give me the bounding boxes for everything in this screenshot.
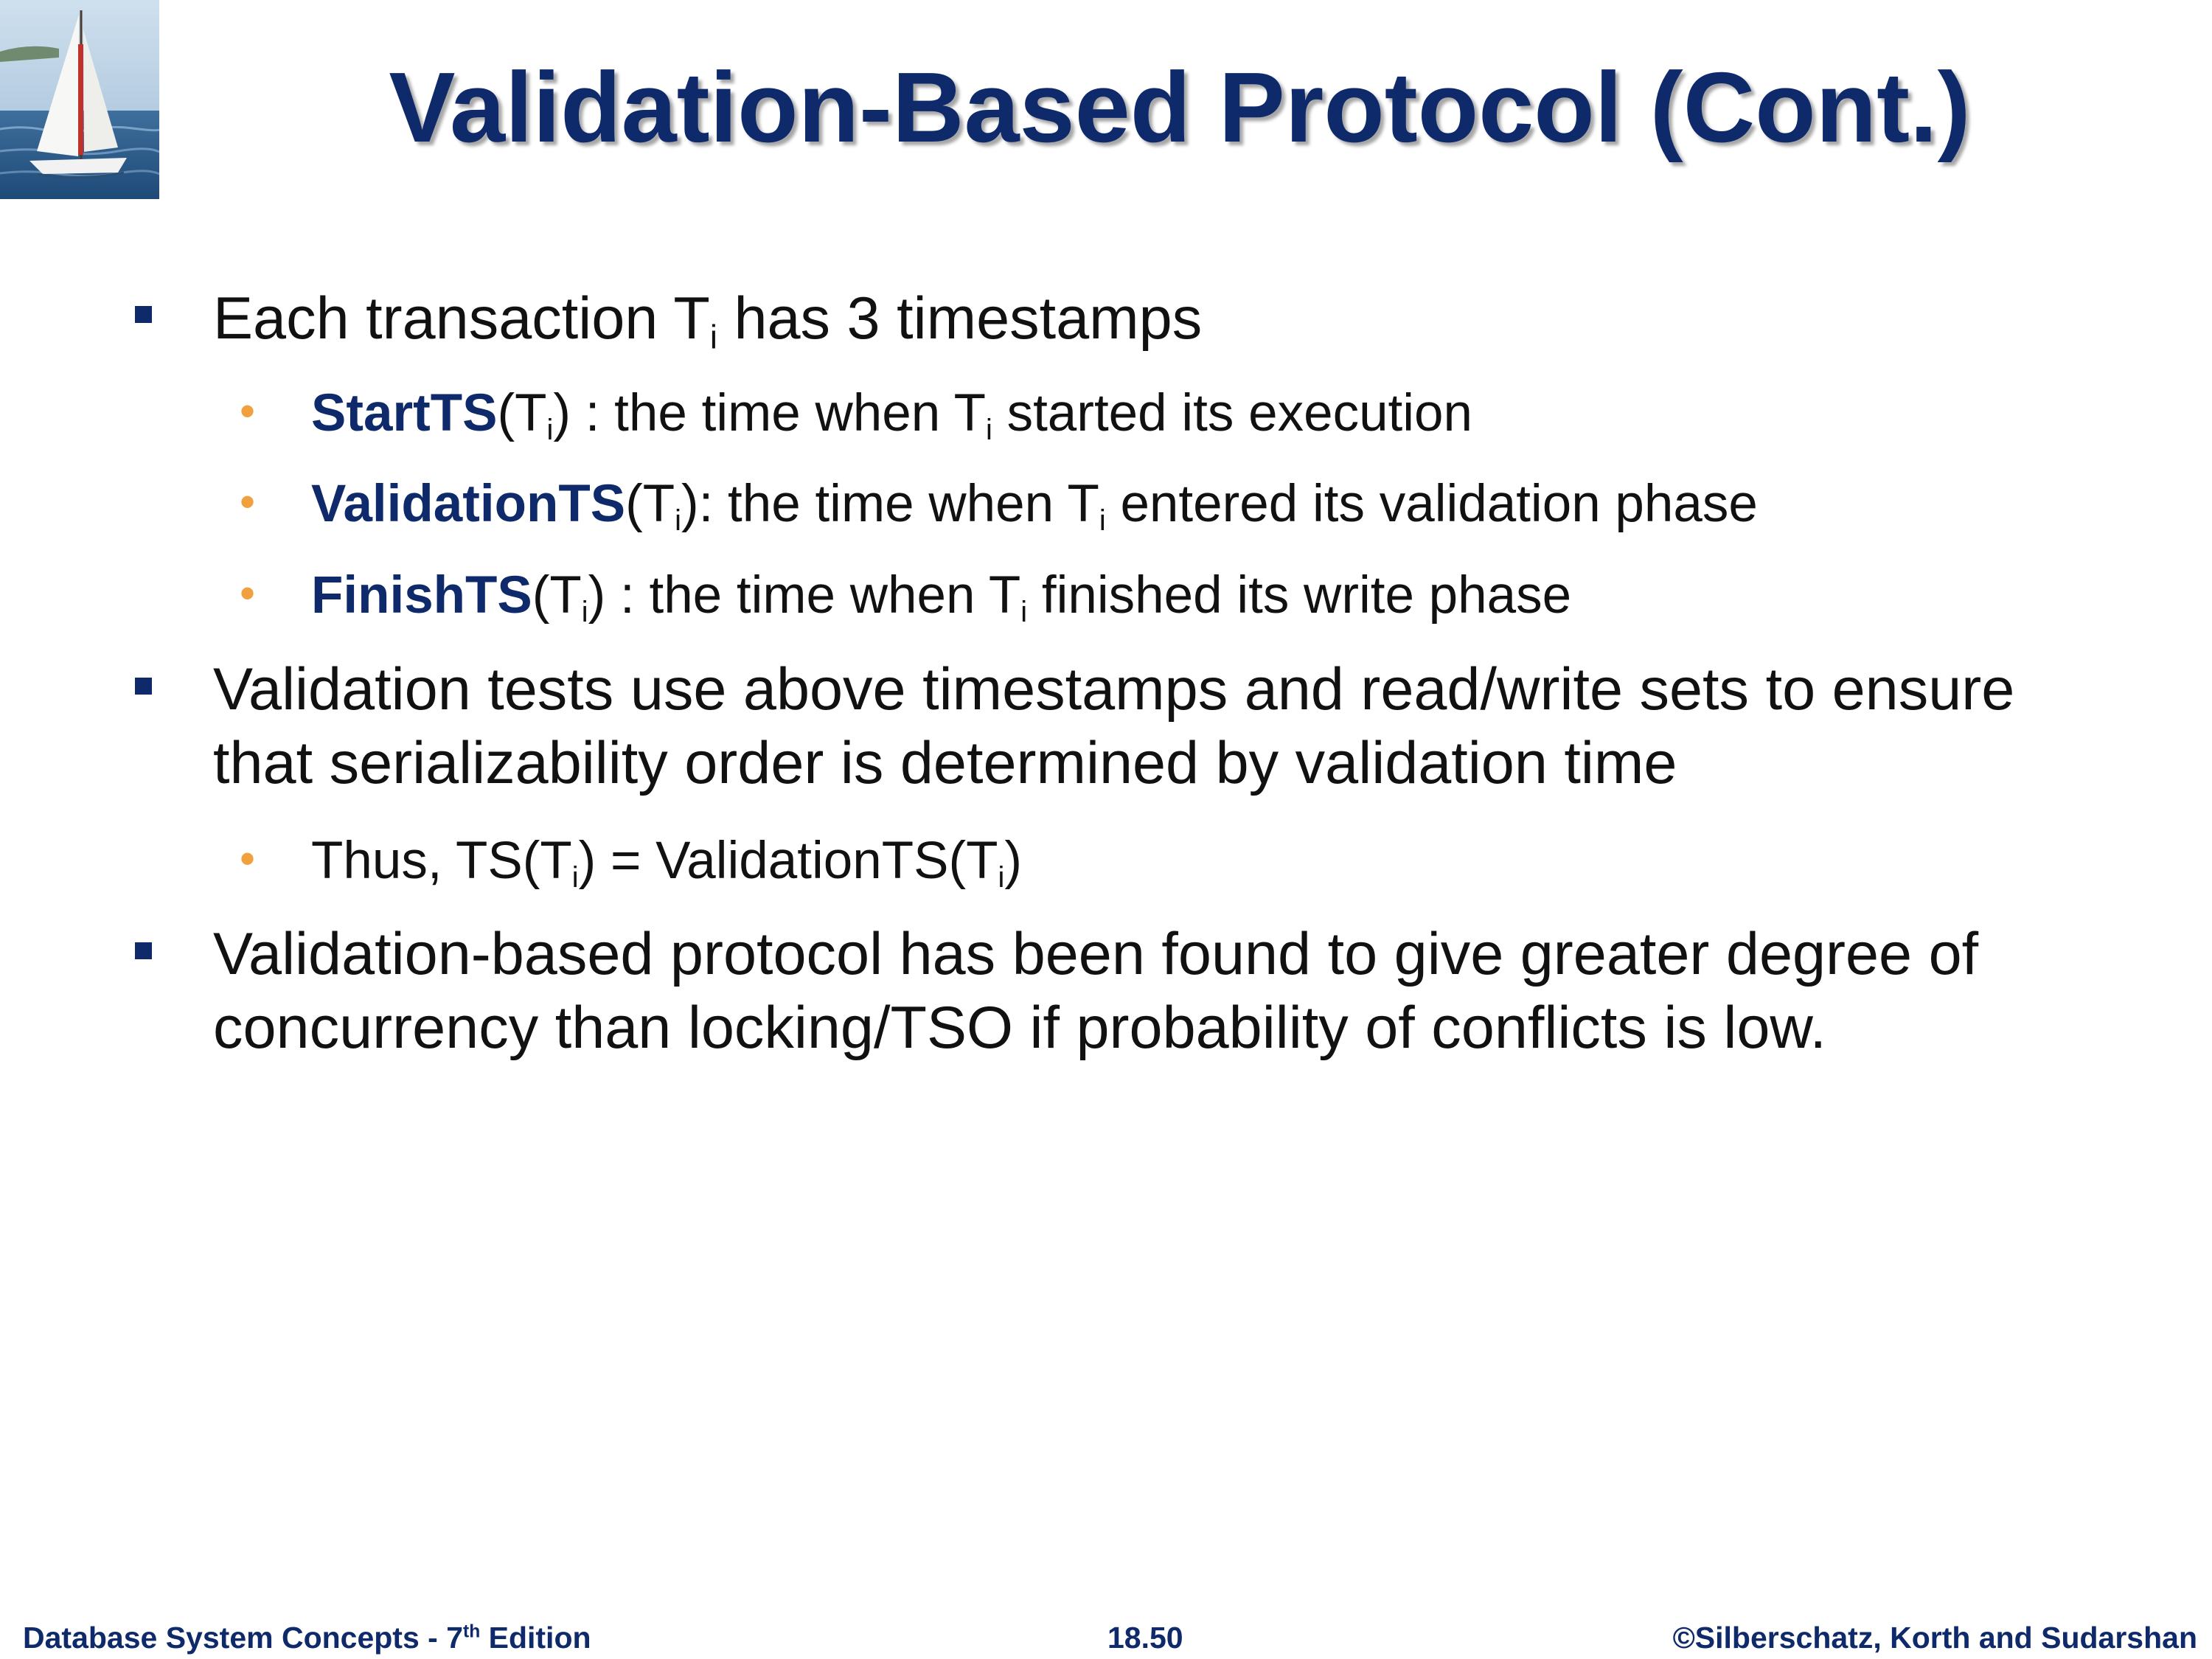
bullet-3-line-2: concurrency than locking/TSO if probabil… bbox=[213, 995, 1826, 1061]
sub-bullet-startts: StartTS(Ti) : the time when Ti started i… bbox=[311, 384, 1473, 446]
square-bullet bbox=[135, 306, 152, 323]
footer-book-title: Database System Concepts - 7th Edition bbox=[23, 1621, 591, 1655]
sub-bullet-validationts: ValidationTS(Ti): the time when Ti enter… bbox=[311, 475, 1758, 537]
square-bullet bbox=[135, 942, 152, 959]
footer-copyright: ©Silberschatz, Korth and Sudarshan bbox=[1672, 1621, 2197, 1655]
term-validationts: ValidationTS bbox=[311, 475, 626, 533]
round-bullet: • bbox=[240, 568, 256, 618]
bullet-3-line-1: Validation-based protocol has been found… bbox=[213, 921, 1979, 987]
footer-slide-number: 18.50 bbox=[1107, 1621, 1183, 1655]
sailboat-logo bbox=[0, 0, 160, 199]
bullet-2-line-1: Validation tests use above timestamps an… bbox=[213, 656, 2015, 723]
term-startts: StartTS bbox=[311, 384, 498, 442]
round-bullet: • bbox=[240, 834, 256, 883]
sub-bullet-thus: Thus, TS(Ti) = ValidationTS(Ti) bbox=[311, 832, 1022, 894]
bullet-2-line-2: that serializability order is determined… bbox=[213, 730, 1677, 796]
term-finishts: FinishTS bbox=[311, 566, 532, 625]
bullet-1-text: Each transaction Ti has 3 timestamps bbox=[213, 285, 1203, 356]
slide-title: Validation-Based Protocol (Cont.) bbox=[389, 52, 1971, 163]
sailboat-icon bbox=[0, 0, 160, 199]
sub-bullet-finishts: FinishTS(Ti) : the time when Ti finished… bbox=[311, 566, 1572, 628]
square-bullet bbox=[135, 678, 152, 695]
round-bullet: • bbox=[240, 386, 256, 436]
round-bullet: • bbox=[240, 477, 256, 526]
